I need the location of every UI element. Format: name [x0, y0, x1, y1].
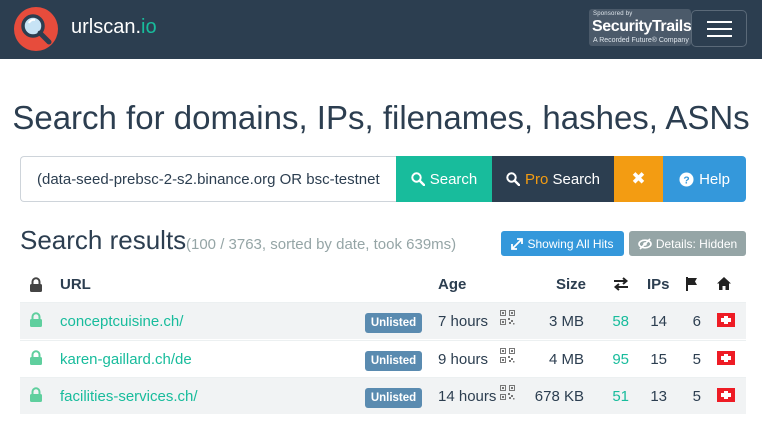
table-row[interactable]: conceptcuisine.ch/Unlisted 7 hours 3 MB 58 1… [20, 302, 746, 339]
result-age: 9 hours [438, 351, 489, 368]
result-url-link[interactable]: facilities-services.ch/ [60, 388, 198, 405]
result-ips: 14 [650, 313, 667, 330]
pro-label: Pro [524, 170, 549, 188]
home-icon [717, 277, 731, 290]
pro-search-button[interactable]: Pro Search [492, 156, 614, 202]
result-size: 678 KB [534, 388, 584, 405]
result-requests[interactable]: 95 [612, 351, 629, 368]
result-requests[interactable]: 58 [612, 313, 629, 330]
swiss-flag-icon [717, 313, 735, 327]
help-label: Help [699, 170, 730, 188]
sponsor-caption: Sponsored by [593, 11, 633, 17]
help-button[interactable]: ? Help [663, 156, 746, 202]
details-label: Details: Hidden [655, 236, 738, 251]
showing-all-hits-button[interactable]: Showing All Hits [501, 231, 624, 256]
sponsor-subtitle: A Recorded Future® Company [593, 37, 689, 44]
search-button-label: Search [429, 170, 478, 188]
lock-icon [29, 312, 43, 333]
lock-icon [30, 277, 42, 292]
results-table-header: URL Age Size IPs [20, 268, 746, 302]
result-ips: 13 [650, 388, 667, 405]
result-age: 7 hours [438, 313, 489, 330]
svg-text:?: ? [683, 175, 689, 186]
sponsor-banner[interactable]: Sponsored by SecurityTrails A Recorded F… [589, 9, 692, 46]
result-countries: 6 [692, 313, 701, 330]
table-row[interactable]: facilities-services.ch/Unlisted 14 hours 6… [20, 377, 746, 414]
lock-icon [29, 350, 43, 371]
result-age: 14 hours [438, 388, 497, 405]
table-row[interactable]: karen-gaillard.ch/de Unlisted 9 hours 4 MB 9… [20, 340, 746, 377]
clear-button[interactable]: ✖ [614, 156, 663, 202]
close-icon: ✖ [631, 169, 646, 188]
expand-icon [511, 237, 524, 250]
qrcode-icon[interactable] [500, 310, 515, 330]
qrcode-icon[interactable] [500, 348, 515, 368]
flag-icon [686, 277, 697, 291]
visibility-badge: Unlisted [365, 388, 422, 408]
results-title: Search results [20, 225, 187, 255]
column-age[interactable]: Age [438, 276, 466, 293]
search-input[interactable] [20, 156, 396, 202]
details-toggle-button[interactable]: Details: Hidden [629, 231, 746, 256]
search-icon [506, 172, 520, 186]
lock-icon [29, 387, 43, 408]
brand-name: urlscan. [71, 16, 142, 38]
pro-search-label: Search [552, 170, 601, 188]
exchange-icon [613, 277, 629, 291]
swiss-flag-icon [717, 388, 735, 402]
page-title: Search for domains, IPs, filenames, hash… [12, 99, 750, 136]
column-size[interactable]: Size [556, 276, 586, 293]
column-ips[interactable]: IPs [647, 276, 670, 293]
navbar: urlscan.io Sponsored by SecurityTrails A… [0, 0, 762, 59]
result-url-link[interactable]: conceptcuisine.ch/ [60, 313, 183, 330]
result-countries: 5 [692, 388, 701, 405]
search-button[interactable]: Search [396, 156, 492, 202]
logo-icon[interactable] [14, 7, 58, 51]
brand-link[interactable]: urlscan.io [71, 16, 157, 39]
column-url[interactable]: URL [60, 276, 91, 293]
results-meta: (100 / 3763, sorted by date, took 639ms) [186, 236, 457, 253]
visibility-badge: Unlisted [365, 313, 422, 333]
sponsor-name: SecurityTrails [592, 18, 692, 35]
eye-slash-icon [638, 237, 652, 250]
result-ips: 15 [650, 351, 667, 368]
qrcode-icon[interactable] [500, 385, 515, 405]
result-url-link[interactable]: karen-gaillard.ch/de [60, 351, 192, 368]
menu-toggle-button[interactable] [691, 10, 747, 47]
visibility-badge: Unlisted [365, 351, 422, 371]
result-size: 3 MB [548, 313, 584, 330]
result-size: 4 MB [548, 351, 584, 368]
brand-tld: io [141, 16, 157, 38]
showing-all-hits-label: Showing All Hits [527, 236, 614, 251]
search-icon [411, 172, 425, 186]
result-requests[interactable]: 51 [612, 388, 629, 405]
question-circle-icon: ? [679, 171, 694, 187]
hamburger-icon [707, 21, 732, 23]
swiss-flag-icon [717, 351, 735, 365]
result-countries: 5 [692, 351, 701, 368]
